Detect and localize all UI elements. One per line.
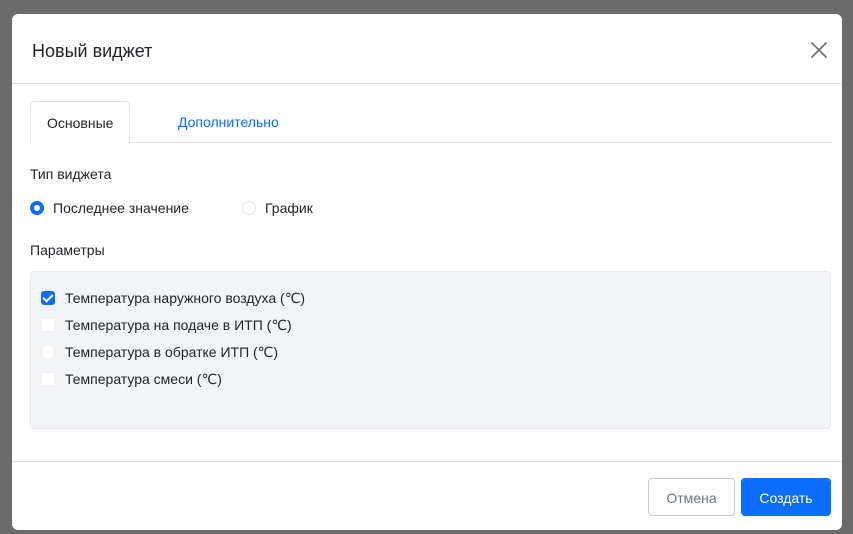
param-outdoor-temp[interactable]: Температура наружного воздуха (℃) (41, 287, 305, 309)
tab-advanced[interactable]: Дополнительно (162, 101, 295, 143)
param-mix-temp[interactable]: Температура смеси (℃) (41, 368, 222, 390)
radio-chart-label: График (265, 200, 313, 216)
checkbox-checked-icon (41, 291, 55, 305)
parameters-label: Параметры (30, 242, 105, 258)
checkbox-unchecked-icon (41, 372, 55, 386)
checkbox-unchecked-icon (41, 345, 55, 359)
radio-last-value[interactable]: Последнее значение (30, 198, 189, 218)
widget-type-label: Тип виджета (30, 166, 112, 182)
radio-checked-icon (30, 201, 44, 215)
checkbox-unchecked-icon (41, 318, 55, 332)
modal-footer: Отмена Создать (12, 461, 842, 530)
cancel-button[interactable]: Отмена (648, 478, 735, 516)
param-supply-temp-label: Температура на подаче в ИТП (℃) (65, 316, 292, 333)
close-icon (811, 42, 827, 58)
parameters-list: Температура наружного воздуха (℃) Темпер… (30, 271, 831, 429)
radio-last-value-label: Последнее значение (53, 200, 189, 216)
create-button[interactable]: Создать (741, 478, 831, 516)
param-return-temp[interactable]: Температура в обратке ИТП (℃) (41, 341, 278, 363)
radio-unchecked-icon (242, 201, 256, 215)
tab-main[interactable]: Основные (30, 101, 131, 144)
tab-bar: Основные Дополнительно (30, 101, 831, 144)
new-widget-dialog: Новый виджет Основные Дополнительно Тип … (12, 14, 842, 530)
modal-header: Новый виджет (12, 14, 842, 84)
param-mix-temp-label: Температура смеси (℃) (65, 370, 222, 387)
param-return-temp-label: Температура в обратке ИТП (℃) (65, 343, 279, 360)
close-button[interactable] (806, 37, 832, 63)
param-supply-temp[interactable]: Температура на подаче в ИТП (℃) (41, 314, 292, 336)
param-outdoor-temp-label: Температура наружного воздуха (℃) (65, 289, 306, 306)
radio-chart[interactable]: График (242, 198, 313, 218)
modal-title: Новый виджет (32, 41, 153, 61)
